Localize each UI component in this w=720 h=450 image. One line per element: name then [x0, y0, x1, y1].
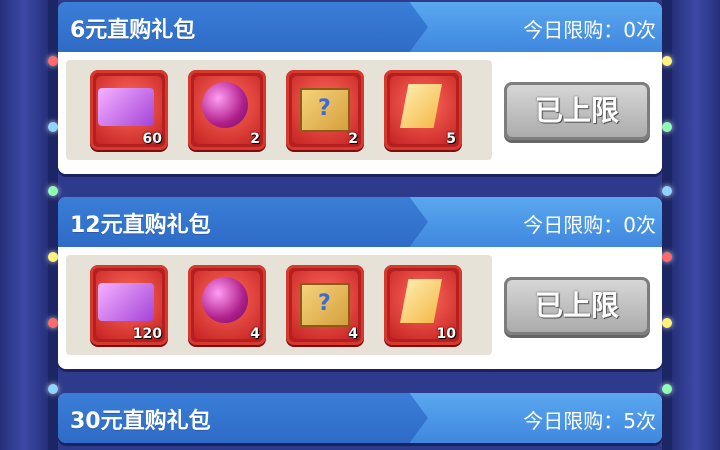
pink-orb-icon	[202, 277, 248, 323]
item-count: 2	[250, 131, 260, 147]
pack-header: 12元直购礼包 今日限购：0次	[58, 197, 662, 247]
light-dot	[48, 318, 58, 328]
pack-title: 6元直购礼包	[70, 18, 196, 43]
purchase-limit-button[interactable]: 已上限	[504, 82, 650, 140]
item-count: 4	[348, 326, 358, 342]
pack-header: 30元直购礼包 今日限购：5次	[58, 393, 662, 443]
pack-body: 60 2 2 5 已上限	[58, 52, 662, 174]
item-card-ticket[interactable]: 120	[90, 265, 168, 345]
light-dot	[662, 252, 672, 262]
limit-value: 5次	[623, 409, 656, 433]
limit-label: 今日限购：	[523, 213, 624, 237]
item-gold-ticket[interactable]: 10	[384, 265, 462, 345]
pack-card-30: 30元直购礼包 今日限购：5次	[58, 393, 662, 443]
limit-value: 0次	[623, 18, 656, 42]
light-dot	[662, 384, 672, 394]
item-count: 120	[132, 326, 162, 342]
mystery-box-icon	[300, 283, 350, 327]
daily-limit: 今日限购：5次	[523, 405, 656, 434]
pack-header: 6元直购礼包 今日限购：0次	[58, 2, 662, 52]
light-dot	[48, 56, 58, 66]
daily-limit: 今日限购：0次	[523, 14, 656, 43]
left-frame	[0, 0, 48, 450]
pack-card-12: 12元直购礼包 今日限购：0次 120 4 4	[58, 197, 662, 369]
light-dot	[662, 122, 672, 132]
light-dot	[48, 122, 58, 132]
pack-card-6: 6元直购礼包 今日限购：0次 60 2 2	[58, 2, 662, 174]
light-dot	[662, 56, 672, 66]
daily-limit: 今日限购：0次	[523, 209, 656, 238]
item-tray: 60 2 2 5	[66, 60, 492, 160]
item-count: 60	[142, 131, 162, 147]
limit-value: 0次	[623, 213, 656, 237]
item-mystery-box[interactable]: 2	[286, 70, 364, 150]
item-mystery-box[interactable]: 4	[286, 265, 364, 345]
item-card-ticket[interactable]: 60	[90, 70, 168, 150]
item-count: 10	[436, 326, 456, 342]
light-dot	[48, 186, 58, 196]
item-tray: 120 4 4 10	[66, 255, 492, 355]
item-gold-ticket[interactable]: 5	[384, 70, 462, 150]
item-count: 5	[446, 131, 456, 147]
mystery-box-icon	[300, 88, 350, 132]
left-light-rail	[48, 0, 58, 450]
purchase-limit-button[interactable]: 已上限	[504, 277, 650, 335]
pack-title: 30元直购礼包	[70, 409, 211, 434]
limit-label: 今日限购：	[523, 18, 624, 42]
item-count: 4	[250, 326, 260, 342]
light-dot	[662, 318, 672, 328]
item-pink-orb[interactable]: 2	[188, 70, 266, 150]
right-light-rail	[662, 0, 672, 450]
light-dot	[662, 186, 672, 196]
pack-body: 120 4 4 10 已上限	[58, 247, 662, 369]
item-count: 2	[348, 131, 358, 147]
card-ticket-icon	[98, 283, 154, 321]
card-ticket-icon	[98, 88, 154, 126]
pink-orb-icon	[202, 82, 248, 128]
limit-label: 今日限购：	[523, 409, 624, 433]
light-dot	[48, 384, 58, 394]
item-pink-orb[interactable]: 4	[188, 265, 266, 345]
right-frame	[672, 0, 720, 450]
pack-title: 12元直购礼包	[70, 213, 211, 238]
light-dot	[48, 252, 58, 262]
